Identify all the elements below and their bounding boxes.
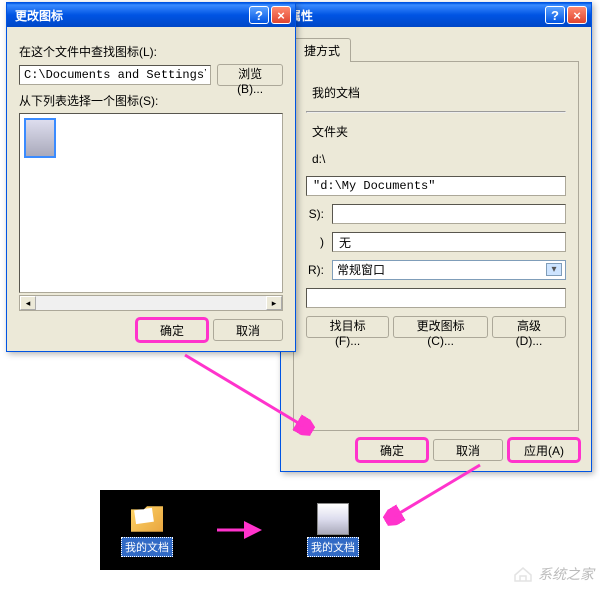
- house-icon: [512, 565, 534, 583]
- shortcut-name: 我的文档: [306, 82, 566, 103]
- change-icon-ok-button[interactable]: 确定: [137, 319, 207, 341]
- scroll-left-icon[interactable]: ◂: [20, 296, 36, 310]
- arrow-icon: [215, 520, 265, 540]
- properties-button-row: 确定 取消 应用(A): [293, 439, 579, 461]
- location-value: d:\: [306, 150, 566, 168]
- icon-listbox[interactable]: [19, 113, 283, 293]
- watermark: 系统之家: [512, 564, 594, 584]
- advanced-button[interactable]: 高级(D)...: [492, 316, 566, 338]
- comment-input[interactable]: [306, 288, 566, 308]
- target-input[interactable]: [306, 176, 566, 196]
- shortcutkey-label: ): [306, 235, 324, 249]
- help-icon[interactable]: ?: [249, 6, 269, 24]
- properties-titlebar[interactable]: 属性 ? ×: [281, 3, 591, 27]
- icon-path-input[interactable]: [19, 65, 211, 85]
- startin-label: S):: [306, 207, 324, 221]
- change-icon-title: 更改图标: [11, 7, 247, 24]
- help-icon[interactable]: ?: [545, 6, 565, 24]
- annotation-arrow-icon: [180, 350, 320, 440]
- properties-cancel-button[interactable]: 取消: [433, 439, 503, 461]
- close-icon[interactable]: ×: [567, 6, 587, 24]
- close-icon[interactable]: ×: [271, 6, 291, 24]
- annotation-arrow-icon: [380, 460, 490, 530]
- icon-option[interactable]: [24, 118, 56, 158]
- properties-dialog: 属性 ? × 捷方式 我的文档 文件夹 d:\ S): ): [280, 2, 592, 472]
- search-in-label: 在这个文件中查找图标(L):: [19, 43, 283, 60]
- desktop-preview: 我的文档 我的文档: [100, 490, 380, 570]
- change-icon-titlebar[interactable]: 更改图标 ? ×: [7, 3, 295, 27]
- run-select[interactable]: 常规窗口: [332, 260, 566, 280]
- custom-icon: [317, 503, 349, 535]
- properties-body: 捷方式 我的文档 文件夹 d:\ S): ): [281, 27, 591, 471]
- startin-input[interactable]: [332, 204, 566, 224]
- scroll-right-icon[interactable]: ▸: [266, 296, 282, 310]
- change-icon-cancel-button[interactable]: 取消: [213, 319, 283, 341]
- properties-apply-button[interactable]: 应用(A): [509, 439, 579, 461]
- change-icon-button[interactable]: 更改图标(C)...: [393, 316, 488, 338]
- desktop-icon-label: 我的文档: [121, 537, 173, 557]
- properties-title: 属性: [285, 7, 543, 24]
- change-icon-button-row: 确定 取消: [19, 319, 283, 341]
- change-icon-dialog: 更改图标 ? × 在这个文件中查找图标(L): 浏览(B)... 从下列表选择一…: [6, 2, 296, 352]
- folder-icon: [131, 503, 163, 535]
- change-icon-body: 在这个文件中查找图标(L): 浏览(B)... 从下列表选择一个图标(S): ◂…: [7, 27, 295, 351]
- type-value: 文件夹: [306, 121, 566, 142]
- scroll-track[interactable]: [36, 296, 266, 310]
- properties-ok-button[interactable]: 确定: [357, 439, 427, 461]
- run-label: R):: [306, 263, 324, 277]
- tab-shortcut[interactable]: 捷方式: [293, 38, 351, 62]
- desktop-icon-before[interactable]: 我的文档: [121, 503, 173, 557]
- desktop-icon-after[interactable]: 我的文档: [307, 503, 359, 557]
- browse-button[interactable]: 浏览(B)...: [217, 64, 283, 86]
- find-target-button[interactable]: 找目标(F)...: [306, 316, 389, 338]
- horizontal-scrollbar[interactable]: ◂ ▸: [19, 295, 283, 311]
- shortcutkey-input[interactable]: [332, 232, 566, 252]
- desktop-icon-label: 我的文档: [307, 537, 359, 557]
- shortcut-tabpanel: 我的文档 文件夹 d:\ S): ) R): 常规窗口: [293, 61, 579, 431]
